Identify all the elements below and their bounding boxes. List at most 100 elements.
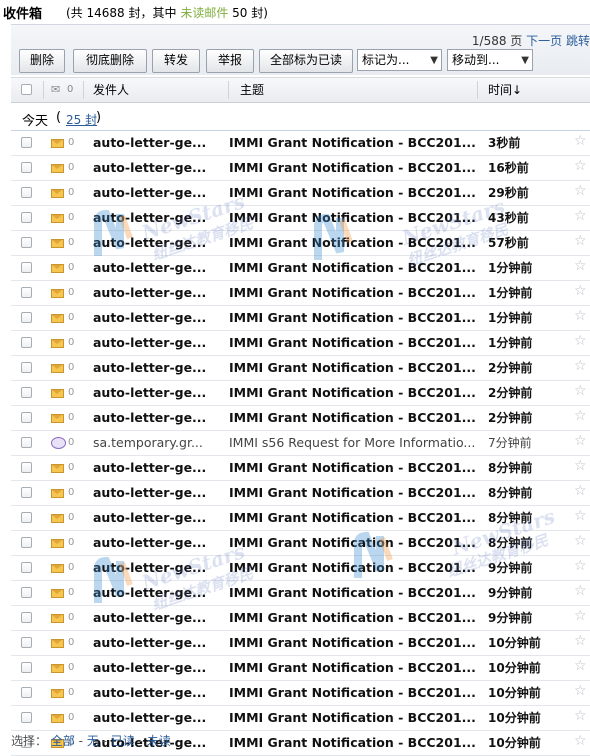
star-icon[interactable]: ☆ — [574, 183, 587, 199]
star-icon[interactable]: ☆ — [574, 133, 587, 149]
mail-row[interactable]: 0 auto-letter-ge... IMMI Grant Notificatio… — [11, 256, 590, 281]
star-icon[interactable]: ☆ — [574, 533, 587, 549]
mail-subject[interactable]: IMMI Grant Notification - BCC201... — [229, 256, 487, 280]
mail-subject[interactable]: IMMI Grant Notification - BCC201... — [229, 606, 487, 630]
row-checkbox[interactable] — [21, 712, 32, 723]
select-all-link[interactable]: 全部 — [51, 734, 75, 748]
row-checkbox[interactable] — [21, 662, 32, 673]
row-checkbox[interactable] — [21, 237, 32, 248]
star-icon[interactable]: ☆ — [574, 308, 587, 324]
mail-row[interactable]: 0 auto-letter-ge... IMMI Grant Notificatio… — [11, 381, 590, 406]
mail-sender[interactable]: auto-letter-ge... — [93, 706, 225, 730]
column-header-sender[interactable]: 发件人 — [93, 78, 129, 102]
mail-row[interactable]: 0 auto-letter-ge... IMMI Grant Notificatio… — [11, 531, 590, 556]
row-checkbox[interactable] — [21, 587, 32, 598]
star-icon[interactable]: ☆ — [574, 408, 587, 424]
row-checkbox[interactable] — [21, 687, 32, 698]
mail-sender[interactable]: auto-letter-ge... — [93, 556, 225, 580]
select-read-link[interactable]: 已读 — [111, 734, 135, 748]
mail-row[interactable]: 0 auto-letter-ge... IMMI Grant Notificatio… — [11, 606, 590, 631]
star-icon[interactable]: ☆ — [574, 683, 587, 699]
delete-permanent-button[interactable]: 彻底删除 — [73, 49, 147, 73]
mail-row[interactable]: 0 auto-letter-ge... IMMI Grant Notificatio… — [11, 506, 590, 531]
star-icon[interactable]: ☆ — [574, 508, 587, 524]
mark-all-read-button[interactable]: 全部标为已读 — [259, 49, 353, 73]
mail-sender[interactable]: sa.temporary.gr... — [93, 431, 225, 455]
mail-sender[interactable]: auto-letter-ge... — [93, 581, 225, 605]
mail-sender[interactable]: auto-letter-ge... — [93, 606, 225, 630]
mail-sender[interactable]: auto-letter-ge... — [93, 481, 225, 505]
row-checkbox[interactable] — [21, 212, 32, 223]
mail-sender[interactable]: auto-letter-ge... — [93, 381, 225, 405]
star-icon[interactable]: ☆ — [574, 483, 587, 499]
mail-subject[interactable]: IMMI Grant Notification - BCC201... — [229, 456, 487, 480]
mail-sender[interactable]: auto-letter-ge... — [93, 456, 225, 480]
mail-sender[interactable]: auto-letter-ge... — [93, 631, 225, 655]
mail-sender[interactable]: auto-letter-ge... — [93, 406, 225, 430]
star-icon[interactable]: ☆ — [574, 708, 587, 724]
row-checkbox[interactable] — [21, 262, 32, 273]
mail-row[interactable]: 0 auto-letter-ge... IMMI Grant Notificatio… — [11, 581, 590, 606]
forward-button[interactable]: 转发 — [152, 49, 200, 73]
row-checkbox[interactable] — [21, 387, 32, 398]
mail-subject[interactable]: IMMI Grant Notification - BCC201... — [229, 506, 487, 530]
star-icon[interactable]: ☆ — [574, 383, 587, 399]
select-none-link[interactable]: 无 — [87, 734, 99, 748]
row-checkbox[interactable] — [21, 337, 32, 348]
mail-row[interactable]: 0 auto-letter-ge... IMMI Grant Notificatio… — [11, 181, 590, 206]
mail-row[interactable]: 0 auto-letter-ge... IMMI Grant Notificatio… — [11, 356, 590, 381]
row-checkbox[interactable] — [21, 462, 32, 473]
next-page-link[interactable]: 下一页 — [526, 34, 562, 48]
row-checkbox[interactable] — [21, 537, 32, 548]
row-checkbox[interactable] — [21, 612, 32, 623]
mail-sender[interactable]: auto-letter-ge... — [93, 256, 225, 280]
mail-row[interactable]: 0 auto-letter-ge... IMMI Grant Notificatio… — [11, 156, 590, 181]
select-unread-link[interactable]: 未读 — [147, 734, 171, 748]
mail-subject[interactable]: IMMI Grant Notification - BCC201... — [229, 481, 487, 505]
row-checkbox[interactable] — [21, 362, 32, 373]
mail-sender[interactable]: auto-letter-ge... — [93, 231, 225, 255]
row-checkbox[interactable] — [21, 562, 32, 573]
mail-subject[interactable]: IMMI s56 Request for More Informatio... — [229, 431, 487, 455]
mail-subject[interactable]: IMMI Grant Notification - BCC201... — [229, 681, 487, 705]
mail-subject[interactable]: IMMI Grant Notification - BCC201... — [229, 581, 487, 605]
star-icon[interactable]: ☆ — [574, 333, 587, 349]
row-checkbox[interactable] — [21, 437, 32, 448]
mail-subject[interactable]: IMMI Grant Notification - BCC201... — [229, 206, 487, 230]
row-checkbox[interactable] — [21, 312, 32, 323]
star-icon[interactable]: ☆ — [574, 458, 587, 474]
mail-sender[interactable]: auto-letter-ge... — [93, 281, 225, 305]
mail-subject[interactable]: IMMI Grant Notification - BCC201... — [229, 356, 487, 380]
mail-subject[interactable]: IMMI Grant Notification - BCC201... — [229, 656, 487, 680]
report-button[interactable]: 举报 — [206, 49, 254, 73]
star-icon[interactable]: ☆ — [574, 433, 587, 449]
row-checkbox[interactable] — [21, 637, 32, 648]
row-checkbox[interactable] — [21, 187, 32, 198]
mail-subject[interactable]: IMMI Grant Notification - BCC201... — [229, 306, 487, 330]
mail-sender[interactable]: auto-letter-ge... — [93, 131, 225, 155]
mail-sender[interactable]: auto-letter-ge... — [93, 356, 225, 380]
row-checkbox[interactable] — [21, 162, 32, 173]
mail-sender[interactable]: auto-letter-ge... — [93, 156, 225, 180]
mail-row[interactable]: 0 auto-letter-ge... IMMI Grant Notificatio… — [11, 706, 590, 731]
star-icon[interactable]: ☆ — [574, 558, 587, 574]
mail-row[interactable]: 0 auto-letter-ge... IMMI Grant Notificatio… — [11, 406, 590, 431]
mail-row[interactable]: 0 auto-letter-ge... IMMI Grant Notificatio… — [11, 656, 590, 681]
column-header-subject[interactable]: 主题 — [240, 78, 264, 102]
move-to-select[interactable]: 移动到... ▼ — [447, 49, 533, 71]
mail-sender[interactable]: auto-letter-ge... — [93, 206, 225, 230]
mail-row[interactable]: 0 auto-letter-ge... IMMI Grant Notificatio… — [11, 306, 590, 331]
mail-subject[interactable]: IMMI Grant Notification - BCC201... — [229, 331, 487, 355]
mail-subject[interactable]: IMMI Grant Notification - BCC201... — [229, 181, 487, 205]
mail-row[interactable]: 0 auto-letter-ge... IMMI Grant Notificatio… — [11, 206, 590, 231]
mail-sender[interactable]: auto-letter-ge... — [93, 306, 225, 330]
star-icon[interactable]: ☆ — [574, 258, 587, 274]
mail-sender[interactable]: auto-letter-ge... — [93, 531, 225, 555]
star-icon[interactable]: ☆ — [574, 158, 587, 174]
mail-subject[interactable]: IMMI Grant Notification - BCC201... — [229, 381, 487, 405]
mark-as-select[interactable]: 标记为... ▼ — [357, 49, 442, 71]
delete-button[interactable]: 删除 — [19, 49, 65, 73]
mail-subject[interactable]: IMMI Grant Notification - BCC201... — [229, 131, 487, 155]
row-checkbox[interactable] — [21, 487, 32, 498]
mail-subject[interactable]: IMMI Grant Notification - BCC201... — [229, 556, 487, 580]
